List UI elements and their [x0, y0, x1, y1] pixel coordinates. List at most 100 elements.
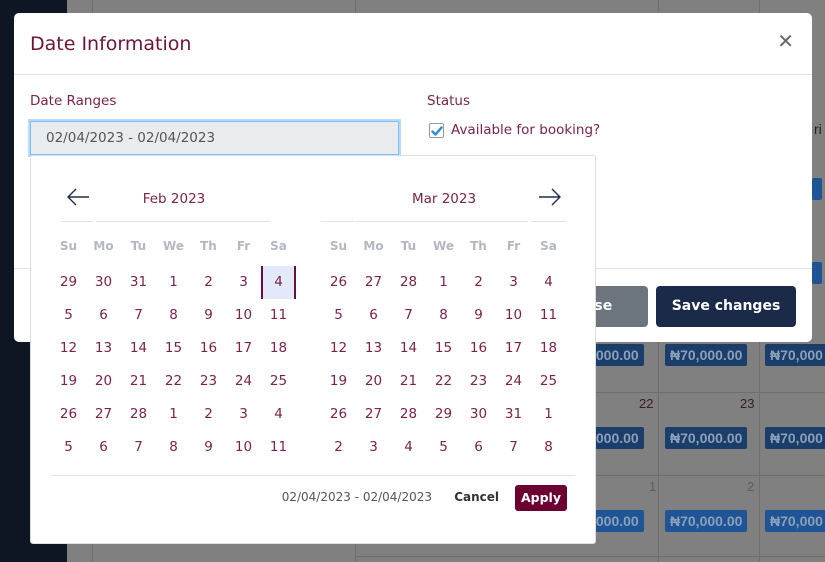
day-cell[interactable]: 11	[531, 299, 566, 332]
day-cell[interactable]: 28	[391, 266, 426, 299]
bg-price-tag[interactable]: ₦70,000	[765, 427, 825, 449]
day-cell[interactable]: 17	[226, 332, 261, 365]
day-cell[interactable]: 20	[356, 365, 391, 398]
day-cell[interactable]: 30	[86, 266, 121, 299]
day-cell[interactable]: 6	[356, 299, 391, 332]
day-cell[interactable]: 5	[51, 431, 86, 464]
day-cell[interactable]: 9	[191, 431, 226, 464]
day-cell[interactable]: 1	[531, 398, 566, 431]
day-cell[interactable]: 27	[86, 398, 121, 431]
day-cell[interactable]: 19	[51, 365, 86, 398]
day-cell[interactable]: 17	[496, 332, 531, 365]
day-cell[interactable]: 8	[426, 299, 461, 332]
day-cell[interactable]: 12	[321, 332, 356, 365]
day-cell[interactable]: 10	[496, 299, 531, 332]
day-cell[interactable]: 5	[426, 431, 461, 464]
available-for-booking-checkbox[interactable]	[429, 123, 444, 138]
bg-price-tag[interactable]: ₦70,000.00	[665, 510, 748, 532]
day-cell[interactable]: 4	[261, 398, 296, 431]
day-cell[interactable]: 7	[496, 431, 531, 464]
day-cell[interactable]: 16	[191, 332, 226, 365]
day-cell[interactable]: 18	[531, 332, 566, 365]
day-cell[interactable]: 8	[531, 431, 566, 464]
day-cell[interactable]: 13	[86, 332, 121, 365]
day-cell[interactable]: 1	[156, 266, 191, 299]
day-cell[interactable]: 15	[156, 332, 191, 365]
day-cell[interactable]: 18	[261, 332, 296, 365]
day-cell[interactable]: 7	[121, 299, 156, 332]
day-cell[interactable]: 23	[461, 365, 496, 398]
day-cell[interactable]: 27	[356, 398, 391, 431]
day-cell[interactable]: 20	[86, 365, 121, 398]
day-cell[interactable]: 5	[321, 299, 356, 332]
day-cell[interactable]: 11	[261, 299, 296, 332]
day-cell[interactable]: 22	[426, 365, 461, 398]
day-cell[interactable]: 10	[226, 431, 261, 464]
day-cell[interactable]: 4	[531, 266, 566, 299]
day-cell[interactable]: 3	[226, 266, 261, 299]
day-cell[interactable]: 1	[426, 266, 461, 299]
save-changes-button[interactable]: Save changes	[656, 286, 796, 327]
day-cell[interactable]: 21	[121, 365, 156, 398]
day-cell[interactable]: 13	[356, 332, 391, 365]
day-cell[interactable]: 7	[391, 299, 426, 332]
day-cell[interactable]: 7	[121, 431, 156, 464]
day-cell[interactable]: 26	[51, 398, 86, 431]
bg-price-tag[interactable]: ₦70,000.00	[665, 344, 748, 366]
close-icon[interactable]: ✕	[777, 29, 794, 53]
bg-price-tag[interactable]: ,000.00	[588, 510, 644, 532]
date-ranges-input[interactable]: 02/04/2023 - 02/04/2023	[30, 121, 399, 155]
day-cell[interactable]: 31	[121, 266, 156, 299]
day-cell[interactable]: 29	[51, 266, 86, 299]
day-cell[interactable]: 19	[321, 365, 356, 398]
day-cell[interactable]: 8	[156, 431, 191, 464]
day-cell[interactable]: 29	[426, 398, 461, 431]
day-cell[interactable]: 4	[391, 431, 426, 464]
day-cell[interactable]: 26	[321, 266, 356, 299]
day-cell[interactable]: 2	[321, 431, 356, 464]
selected-day-cell[interactable]: 4	[261, 266, 296, 299]
bg-price-tag[interactable]: ₦70,000	[765, 510, 825, 532]
day-cell[interactable]: 24	[496, 365, 531, 398]
day-cell[interactable]: 5	[51, 299, 86, 332]
day-cell[interactable]: 2	[461, 266, 496, 299]
day-cell[interactable]: 25	[261, 365, 296, 398]
day-cell[interactable]: 8	[156, 299, 191, 332]
day-cell[interactable]: 24	[226, 365, 261, 398]
day-cell[interactable]: 26	[321, 398, 356, 431]
day-cell[interactable]: 3	[226, 398, 261, 431]
bg-price-tag[interactable]: ₦70,000	[765, 344, 825, 366]
day-cell[interactable]: 15	[426, 332, 461, 365]
bg-price-tag[interactable]: ₦70,000.00	[665, 427, 748, 449]
day-cell[interactable]: 3	[496, 266, 531, 299]
day-cell[interactable]: 3	[356, 431, 391, 464]
day-cell[interactable]: 6	[461, 431, 496, 464]
cancel-button[interactable]: Cancel	[454, 490, 499, 504]
day-cell[interactable]: 28	[391, 398, 426, 431]
day-cell[interactable]: 10	[226, 299, 261, 332]
arrow-right-icon[interactable]	[537, 186, 563, 208]
day-cell[interactable]: 28	[121, 398, 156, 431]
apply-button[interactable]: Apply	[515, 485, 567, 511]
day-cell[interactable]: 22	[156, 365, 191, 398]
day-cell[interactable]: 6	[86, 299, 121, 332]
day-cell[interactable]: 1	[156, 398, 191, 431]
day-cell[interactable]: 30	[461, 398, 496, 431]
day-cell[interactable]: 25	[531, 365, 566, 398]
available-for-booking-label[interactable]: Available for booking?	[451, 122, 600, 138]
day-cell[interactable]: 23	[191, 365, 226, 398]
day-cell[interactable]: 12	[51, 332, 86, 365]
day-cell[interactable]: 11	[261, 431, 296, 464]
day-cell[interactable]: 14	[121, 332, 156, 365]
day-cell[interactable]: 2	[191, 266, 226, 299]
day-cell[interactable]: 31	[496, 398, 531, 431]
day-cell[interactable]: 2	[191, 398, 226, 431]
day-cell[interactable]: 9	[461, 299, 496, 332]
day-cell[interactable]: 21	[391, 365, 426, 398]
day-cell[interactable]: 6	[86, 431, 121, 464]
day-cell[interactable]: 27	[356, 266, 391, 299]
bg-price-tag[interactable]: ,000.00	[588, 427, 644, 449]
day-cell[interactable]: 16	[461, 332, 496, 365]
day-cell[interactable]: 9	[191, 299, 226, 332]
bg-price-tag[interactable]: ,000.00	[588, 344, 644, 366]
